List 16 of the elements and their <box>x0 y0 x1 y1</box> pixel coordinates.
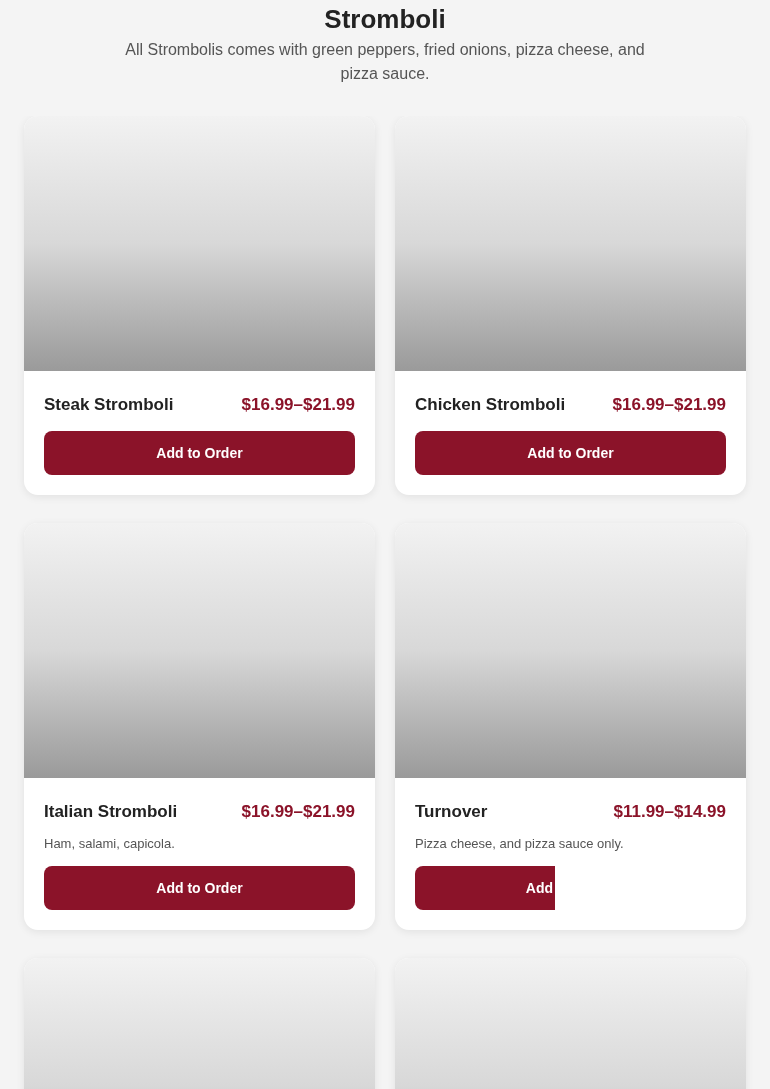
item-name: Turnover <box>415 801 488 823</box>
item-price: $11.99–$14.99 <box>613 801 726 823</box>
add-to-order-button[interactable]: Add <box>415 866 555 910</box>
item-name: Steak Stromboli <box>44 394 174 416</box>
item-price: $16.99–$21.99 <box>241 394 355 416</box>
item-name: Italian Stromboli <box>44 801 178 823</box>
item-price: $16.99–$21.99 <box>612 394 726 416</box>
section-title: Stromboli <box>324 4 446 34</box>
item-price: $16.99–$21.99 <box>241 801 355 823</box>
item-description: Pizza cheese, and pizza sauce only. <box>415 835 625 853</box>
add-to-order-button[interactable]: Add to Order <box>44 431 355 475</box>
item-name: Chicken Stromboli <box>415 394 566 416</box>
add-to-order-button[interactable]: Add to Order <box>415 431 726 475</box>
section-subtitle: All Strombolis comes with green peppers, fried onions, pizza cheese, and pizza sauce. <box>124 40 646 84</box>
add-to-order-button[interactable]: Add to Order <box>44 866 355 910</box>
item-description: Ham, salami, capicola. <box>44 835 176 853</box>
